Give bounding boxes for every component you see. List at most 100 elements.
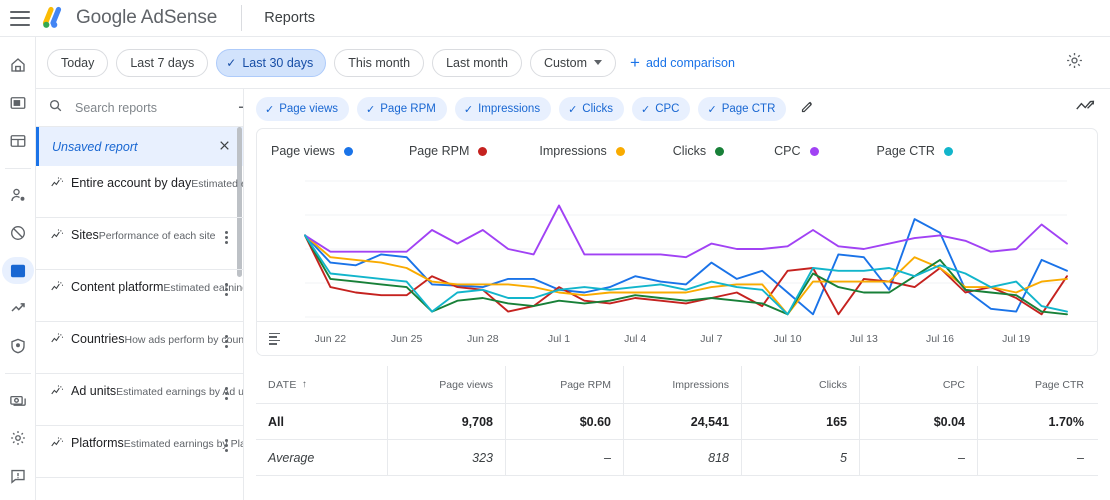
cell-value: Average bbox=[268, 450, 315, 465]
table-cell: – bbox=[506, 440, 624, 475]
table-row[interactable]: Average 323 – 818 5 – – bbox=[256, 440, 1098, 476]
date-range-filter-bar: Today Last 7 days ✓ Last 30 days This month L… bbox=[36, 37, 1110, 89]
metric-chip-impressions[interactable]: ✓ Impressions bbox=[454, 97, 552, 121]
shield-icon[interactable] bbox=[2, 332, 34, 360]
metric-chip-page-rpm[interactable]: ✓ Page RPM bbox=[357, 97, 447, 121]
person-add-icon[interactable] bbox=[2, 181, 34, 209]
axis-menu-icon[interactable] bbox=[269, 332, 280, 345]
search-input[interactable] bbox=[75, 100, 236, 115]
legend-item-page-views[interactable]: Page views bbox=[271, 144, 353, 158]
date-range-today[interactable]: Today bbox=[47, 48, 109, 77]
date-range-last-month[interactable]: Last month bbox=[432, 48, 522, 77]
x-axis-tick-label: Jun 25 bbox=[390, 333, 423, 345]
date-range-custom[interactable]: Custom bbox=[529, 48, 617, 77]
gear-icon[interactable] bbox=[1065, 51, 1084, 75]
table-column-header[interactable]: Page views bbox=[388, 366, 506, 403]
metric-chip-cpc[interactable]: ✓ CPC bbox=[631, 97, 691, 121]
home-icon[interactable] bbox=[2, 51, 34, 79]
report-overflow-menu-icon[interactable] bbox=[219, 382, 233, 400]
legend-item-clicks[interactable]: Clicks bbox=[673, 144, 725, 158]
x-axis-tick-label: Jun 22 bbox=[314, 333, 347, 345]
table-column-header[interactable]: Impressions bbox=[624, 366, 742, 403]
cell-value: – bbox=[1077, 450, 1084, 465]
report-subtitle: Estimated earnings by Date bbox=[191, 178, 243, 190]
add-comparison-button[interactable]: + add comparison bbox=[630, 54, 735, 71]
date-range-last-7-days[interactable]: Last 7 days bbox=[116, 48, 209, 77]
feedback-icon[interactable] bbox=[2, 462, 34, 490]
close-icon[interactable] bbox=[218, 139, 231, 155]
layout-icon[interactable] bbox=[2, 127, 34, 155]
unsaved-report-item[interactable]: Unsaved report bbox=[36, 127, 243, 166]
reports-sidebar: + Unsaved report Entire account by dayEs… bbox=[36, 89, 244, 500]
x-axis-tick-label: Jul 13 bbox=[849, 333, 878, 345]
table-cell: 5 bbox=[742, 440, 860, 475]
cell-value: All bbox=[268, 414, 284, 429]
metric-chip-page-views[interactable]: ✓ Page views bbox=[256, 97, 350, 121]
table-column-header[interactable]: Page CTR bbox=[978, 366, 1096, 403]
trending-up-icon[interactable] bbox=[2, 294, 34, 322]
x-axis-tick-label: Jul 1 bbox=[547, 333, 571, 345]
report-list-item[interactable]: CountriesHow ads perform by country bbox=[36, 322, 243, 374]
legend-color-dot bbox=[943, 146, 953, 156]
x-axis-tick-label: Jul 16 bbox=[925, 333, 955, 345]
arrow-up-icon: ↑ bbox=[301, 379, 307, 390]
report-overflow-menu-icon[interactable] bbox=[219, 226, 233, 244]
report-list-item[interactable]: SitesPerformance of each site bbox=[36, 218, 243, 270]
report-list-item[interactable]: Entire account by dayEstimated earnings … bbox=[36, 166, 243, 218]
legend-color-dot bbox=[715, 146, 725, 156]
date-range-this-month[interactable]: This month bbox=[334, 48, 425, 77]
gear-icon[interactable] bbox=[2, 424, 34, 452]
cell-value: $0.60 bbox=[579, 414, 611, 429]
table-column-header[interactable]: DATE ↑ bbox=[256, 366, 388, 403]
report-data-table: DATE ↑ Page views Page RPM Impressions Clicks… bbox=[256, 366, 1098, 476]
table-cell: $0.60 bbox=[506, 404, 624, 439]
hamburger-icon[interactable] bbox=[10, 10, 30, 26]
legend-color-dot bbox=[478, 146, 488, 156]
table-row[interactable]: All 9,708 $0.60 24,541 165 $0.04 1.70% bbox=[256, 404, 1098, 440]
payments-icon[interactable] bbox=[2, 386, 34, 414]
bar-chart-icon[interactable] bbox=[1, 256, 34, 285]
adsense-reports-page: Google AdSense Reports Today Last 7 days… bbox=[0, 0, 1110, 500]
legend-item-impressions[interactable]: Impressions bbox=[539, 144, 625, 158]
metric-chip-clicks[interactable]: ✓ Clicks bbox=[559, 97, 624, 121]
table-cell: 818 bbox=[624, 440, 742, 475]
search-reports-row: + bbox=[36, 89, 243, 127]
ads-icon[interactable] bbox=[2, 89, 34, 117]
plus-icon[interactable]: + bbox=[236, 98, 243, 118]
report-overflow-menu-icon[interactable] bbox=[219, 434, 233, 452]
block-icon[interactable] bbox=[2, 219, 34, 247]
report-list-item[interactable]: Content platformEstimated earnings by Pl… bbox=[36, 270, 243, 322]
report-title: Content platform bbox=[71, 280, 164, 294]
legend-item-cpc[interactable]: CPC bbox=[774, 144, 819, 158]
unsaved-report-label: Unsaved report bbox=[52, 139, 138, 154]
report-title: Countries bbox=[71, 332, 125, 346]
sparkline-toggle-icon[interactable] bbox=[1076, 98, 1096, 119]
table-column-header[interactable]: Clicks bbox=[742, 366, 860, 403]
table-column-header[interactable]: Page RPM bbox=[506, 366, 624, 403]
cell-value: – bbox=[958, 450, 965, 465]
metric-chip-page-ctr[interactable]: ✓ Page CTR bbox=[698, 97, 787, 121]
table-cell: – bbox=[978, 440, 1096, 475]
report-sparkline-icon bbox=[50, 436, 64, 455]
line-chart bbox=[304, 180, 1068, 318]
date-range-label: This month bbox=[348, 55, 411, 70]
cell-value: $0.04 bbox=[933, 414, 965, 429]
column-label: Page CTR bbox=[1034, 378, 1084, 391]
report-overflow-menu-icon[interactable] bbox=[219, 278, 233, 296]
report-sparkline-icon bbox=[50, 332, 64, 351]
report-list-item[interactable]: PlatformsEstimated earnings by Platform bbox=[36, 426, 243, 478]
pencil-icon[interactable] bbox=[800, 99, 815, 119]
date-range-last-30-days[interactable]: ✓ Last 30 days bbox=[216, 48, 327, 77]
legend-item-page-ctr[interactable]: Page CTR bbox=[877, 144, 953, 158]
report-sparkline-icon bbox=[50, 280, 64, 299]
column-label: Page RPM bbox=[560, 378, 611, 391]
check-icon: ✓ bbox=[226, 55, 237, 70]
report-overflow-menu-icon[interactable] bbox=[219, 330, 233, 348]
table-column-header[interactable]: CPC bbox=[860, 366, 978, 403]
report-sparkline-icon bbox=[50, 176, 64, 195]
legend-label: Page CTR bbox=[876, 144, 935, 158]
table-header-row: DATE ↑ Page views Page RPM Impressions Clicks… bbox=[256, 366, 1098, 404]
check-icon: ✓ bbox=[640, 103, 651, 116]
legend-item-page-rpm[interactable]: Page RPM bbox=[409, 144, 488, 158]
report-list-item[interactable]: Ad unitsEstimated earnings by Ad unit bbox=[36, 374, 243, 426]
